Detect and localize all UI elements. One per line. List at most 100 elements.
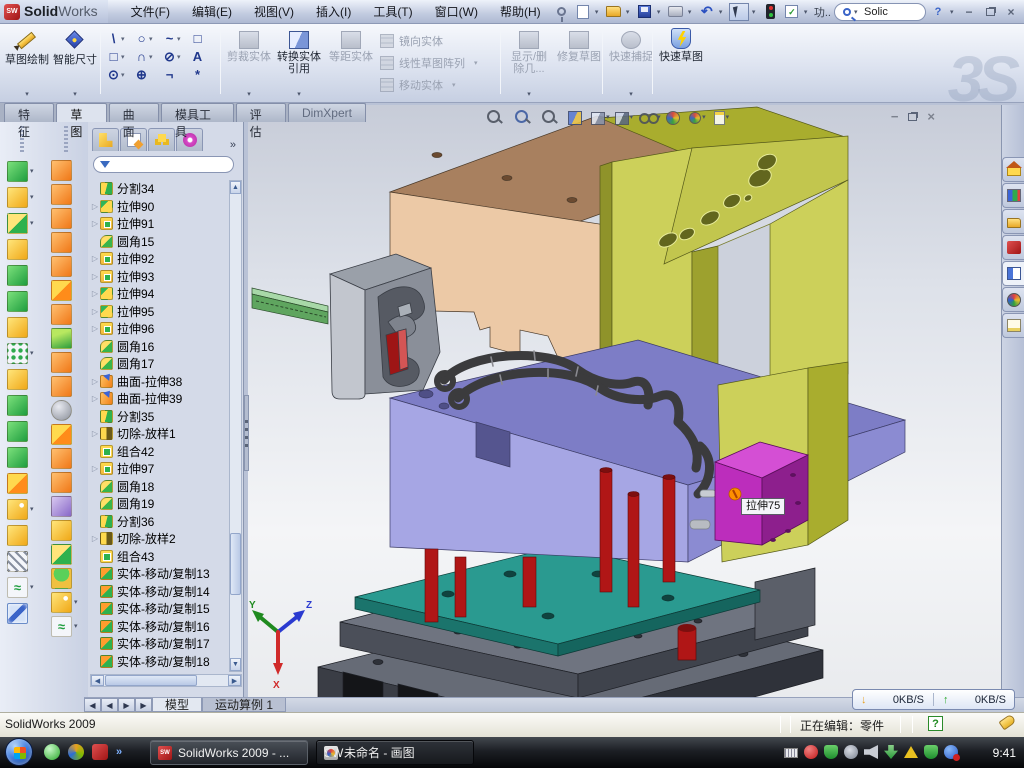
ribbon-tab[interactable]: 模具工具 (161, 103, 234, 122)
tree-item[interactable]: ▷ 实体-移动/复制17 (90, 635, 228, 653)
restore-button[interactable] (981, 4, 999, 19)
view-palette-tab[interactable] (1002, 261, 1024, 286)
move-entities-button[interactable]: 移动实体▾ (380, 76, 478, 93)
sketch-button[interactable]: 草图绘制▾ (4, 28, 50, 98)
sketch-entity-button[interactable]: ⊕ ▾ (134, 68, 160, 82)
design-library-tab[interactable] (1002, 209, 1024, 234)
feature-tool-button[interactable]: ▾ (7, 236, 37, 262)
linear-sketch-pattern-button[interactable]: 线性草图阵列▾ (380, 54, 478, 71)
quick-snaps-button[interactable]: 快速捕捉▾ (608, 28, 654, 98)
tree-item[interactable]: ▷ 实体-移动/复制14 (90, 583, 228, 601)
tree-horizontal-scrollbar[interactable]: ◀ ▶ (90, 674, 242, 687)
menu-item[interactable]: 文件(F) (122, 1, 179, 22)
scroll-down-button[interactable]: ▼ (230, 658, 241, 671)
feature-tool-button[interactable]: ▾ (7, 392, 37, 418)
expand-arrow[interactable]: ▷ (90, 324, 100, 333)
undo-icon[interactable]: ↶ (698, 3, 716, 21)
feature-tool-button[interactable]: ▾ (7, 366, 37, 392)
tree-item[interactable]: ▷ 圆角15 (90, 233, 228, 251)
custom-properties-tab[interactable] (1002, 313, 1024, 338)
quick-launch-icon[interactable] (44, 744, 60, 760)
mold-tool-button[interactable]: ▾ (51, 158, 81, 182)
tree-item[interactable]: ▷ 分割36 (90, 513, 228, 531)
toolbar-grip[interactable] (64, 126, 68, 152)
mold-tool-button[interactable]: ▾ (51, 182, 81, 206)
section-view-icon[interactable] (568, 111, 582, 125)
tray-icon[interactable] (804, 745, 818, 759)
doc-minimize-button[interactable]: − (891, 109, 899, 124)
tree-item[interactable]: ▷ 分割35 (90, 408, 228, 426)
appearance-icon[interactable] (666, 111, 680, 125)
tab-scroll-button[interactable]: ◀ (84, 698, 101, 712)
scene-icon[interactable] (689, 112, 701, 124)
scrollbar-thumb[interactable] (105, 675, 197, 686)
expand-arrow[interactable]: ▷ (90, 289, 100, 298)
smart-dimension-button[interactable]: 智能尺寸▾ (52, 28, 98, 98)
tree-item[interactable]: ▷ 圆角17 (90, 355, 228, 373)
mold-tool-button[interactable]: ▾ (51, 566, 81, 590)
tree-item[interactable]: ▷ 切除-放样2 (90, 530, 228, 548)
feature-tool-button[interactable]: ▾ (7, 288, 37, 314)
tree-item[interactable]: ▷ 拉伸96 (90, 320, 228, 338)
taskbar-window-button[interactable]: SW 未命名 - 画图 (316, 740, 474, 765)
mold-tool-button[interactable]: ▾ (51, 422, 81, 446)
mold-tool-button[interactable]: ▾ (51, 518, 81, 542)
options-icon[interactable]: ✓ (783, 3, 801, 21)
search-input[interactable]: ▾ Solic (834, 3, 926, 21)
tree-item[interactable]: ▷ 拉伸90 (90, 198, 228, 216)
mold-tool-button[interactable]: ▾ (51, 278, 81, 302)
tree-item[interactable]: ▷ 圆角18 (90, 478, 228, 496)
expand-arrow[interactable]: ▷ (90, 429, 100, 438)
scrollbar-thumb[interactable] (230, 533, 241, 595)
expand-arrow[interactable]: ▷ (90, 219, 100, 228)
mold-tool-button[interactable]: ▾ (51, 470, 81, 494)
menu-item[interactable]: 视图(V) (245, 1, 303, 22)
graphics-viewport[interactable]: Y Z X ▾ ▾ ▾ ▾ ▾ ▾ (248, 105, 1001, 697)
ribbon-tab[interactable]: 特征 (4, 103, 54, 122)
tray-icon[interactable] (904, 746, 918, 758)
convert-entities-button[interactable]: 转换实体引用▾ (274, 28, 324, 98)
expand-arrow[interactable]: ▷ (90, 307, 100, 316)
tree-item[interactable]: ▷ 拉伸92 (90, 250, 228, 268)
tag-icon[interactable] (998, 714, 1016, 731)
quick-launch-icon[interactable] (92, 744, 108, 760)
expand-arrow[interactable]: ▷ (90, 464, 100, 473)
feature-tool-button[interactable]: ▾ (7, 496, 37, 522)
feature-tool-button[interactable]: ▾ (7, 184, 37, 210)
sketch-entity-button[interactable]: ∩ ▾ (134, 50, 160, 64)
doc-close-button[interactable]: × (927, 109, 935, 124)
feature-tool-button[interactable]: ▾ (7, 210, 37, 236)
mold-tool-button[interactable]: ▾ (51, 230, 81, 254)
sketch-entity-button[interactable]: □ ▾ (190, 32, 216, 46)
panel-splitter[interactable] (244, 395, 249, 471)
quick-launch-icon[interactable] (68, 744, 84, 760)
tree-item[interactable]: ▷ 拉伸97 (90, 460, 228, 478)
feature-tool-button[interactable]: ▾ (7, 262, 37, 288)
scroll-right-button[interactable]: ▶ (228, 675, 241, 686)
mirror-entities-button[interactable]: 镜向实体 (380, 32, 478, 49)
ribbon-tab[interactable]: 曲面 (109, 103, 159, 122)
red-cylinder[interactable] (678, 624, 696, 660)
expand-arrow[interactable]: ▷ (90, 202, 100, 211)
toolbar-overflow[interactable]: 功.. (814, 4, 831, 20)
offset-entities-button[interactable]: 等距实体 (328, 28, 374, 98)
mold-tool-button[interactable]: ▾ (51, 302, 81, 326)
menu-item[interactable]: 帮助(H) (491, 1, 550, 22)
tree-item[interactable]: ▷ 实体-移动/复制13 (90, 565, 228, 583)
sketch-entity-button[interactable]: ○ ▾ (134, 32, 160, 46)
mold-tool-button[interactable]: ▾ (51, 350, 81, 374)
feature-tool-button[interactable]: ▾ (7, 470, 37, 496)
zoom-area-icon[interactable] (513, 108, 531, 126)
tree-item[interactable]: ▷ 实体-移动/复制18 (90, 653, 228, 671)
mold-tool-button[interactable]: ▾ (51, 614, 81, 638)
feature-tool-button[interactable]: ▾ (7, 418, 37, 444)
tab-scroll-button[interactable]: ▶ (118, 698, 135, 712)
expand-arrow[interactable]: ▷ (90, 534, 100, 543)
help-button[interactable]: ? (929, 3, 947, 21)
mold-tool-button[interactable]: ▾ (51, 254, 81, 278)
tree-item[interactable]: ▷ 圆角19 (90, 495, 228, 513)
sprue-arm[interactable] (252, 288, 328, 324)
tree-item[interactable]: ▷ 组合42 (90, 443, 228, 461)
mold-tool-button[interactable]: ▾ (51, 206, 81, 230)
sketch-entity-button[interactable]: A ▾ (190, 50, 216, 64)
